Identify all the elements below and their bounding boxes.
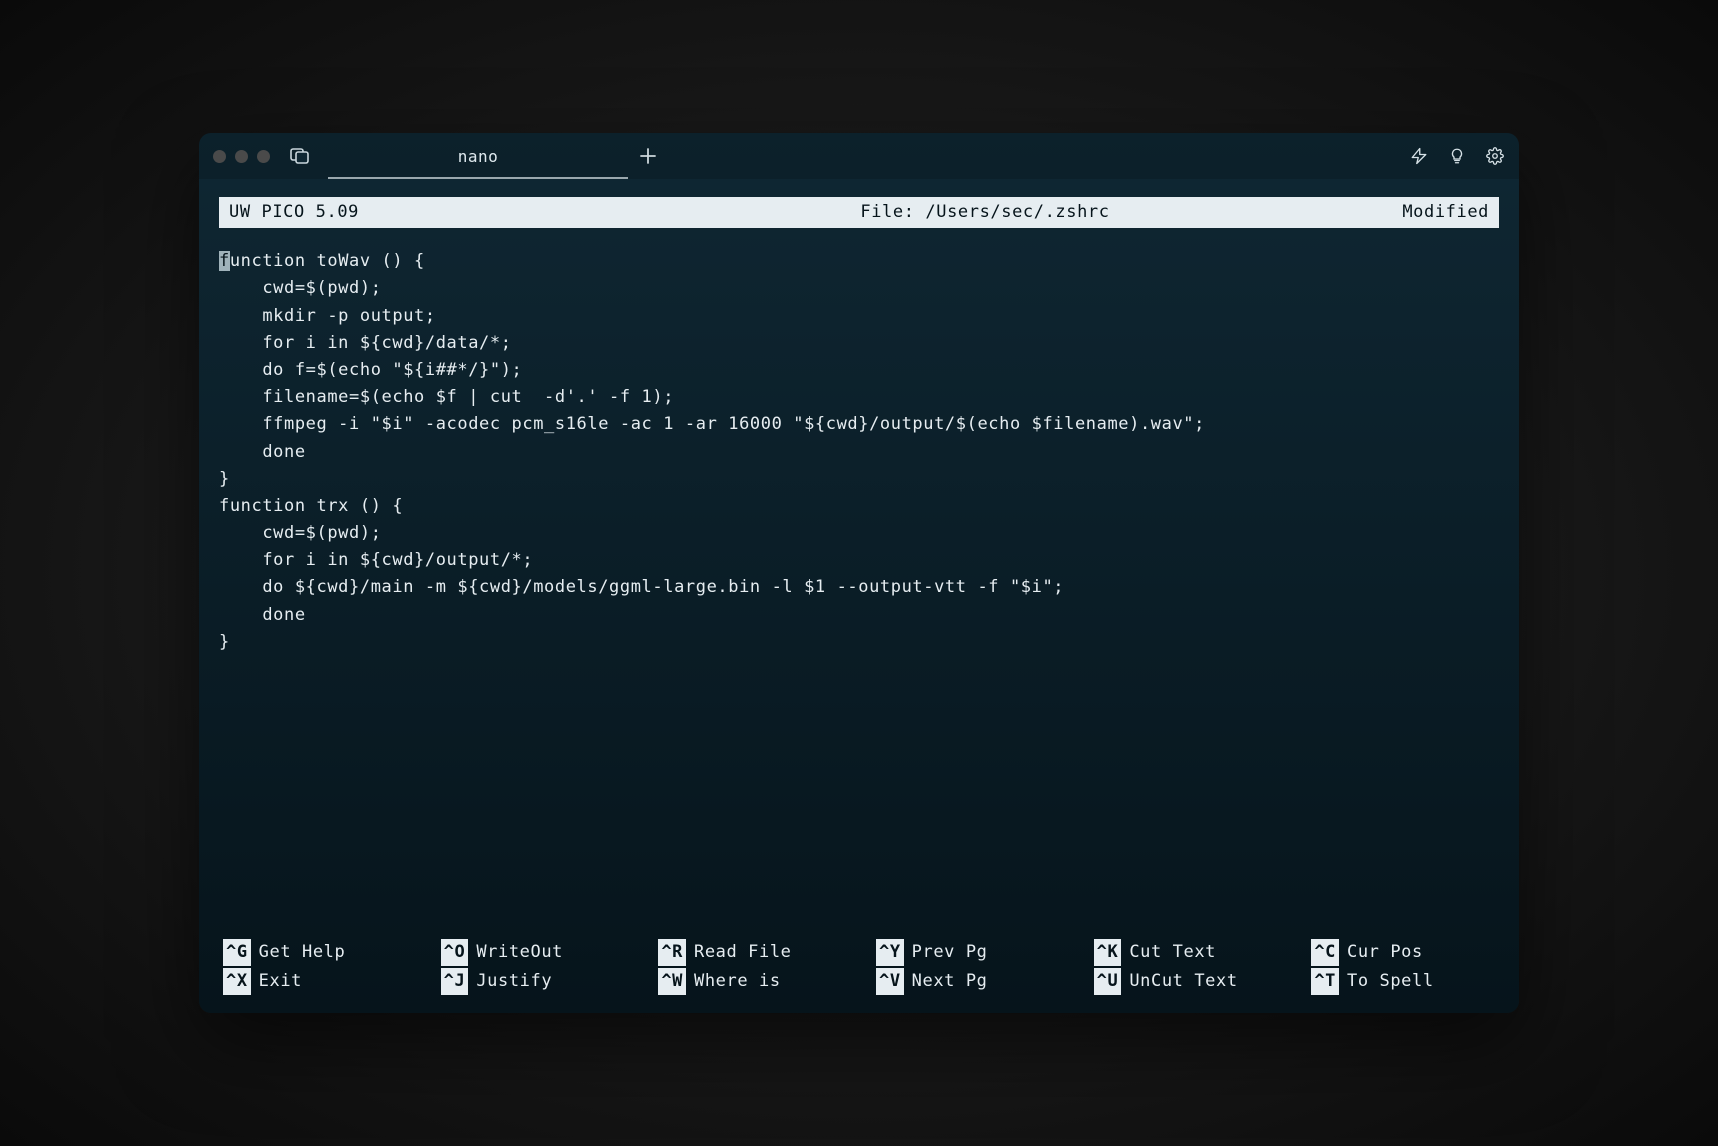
panes-icon[interactable] xyxy=(290,148,310,164)
close-window-button[interactable] xyxy=(213,150,226,163)
editor-status-bar: UW PICO 5.09 File: /Users/sec/.zshrc Mod… xyxy=(219,197,1499,228)
shortcut-prevpg: ^YPrev Pg xyxy=(876,939,1064,966)
shortcut-curpos: ^CCur Pos xyxy=(1311,939,1499,966)
new-tab-button[interactable] xyxy=(628,133,668,179)
shortcut-readfile: ^RRead File xyxy=(658,939,846,966)
shortcut-writeout: ^OWriteOut xyxy=(441,939,629,966)
bolt-icon[interactable] xyxy=(1409,146,1429,166)
tab-label: nano xyxy=(458,147,499,166)
shortcut-nextpg: ^VNext Pg xyxy=(876,968,1064,995)
editor-modified-flag: Modified xyxy=(1300,199,1489,226)
editor-app-name: UW PICO 5.09 xyxy=(229,199,670,226)
titlebar-right-icons xyxy=(1409,146,1505,166)
shortcut-cuttext: ^KCut Text xyxy=(1094,939,1282,966)
window-titlebar: nano xyxy=(199,133,1519,179)
editor-file-path: File: /Users/sec/.zshrc xyxy=(670,199,1300,226)
editor-content[interactable]: function toWav () { cwd=$(pwd); mkdir -p… xyxy=(219,248,1499,934)
shortcut-tospell: ^TTo Spell xyxy=(1311,968,1499,995)
shortcut-whereis: ^WWhere is xyxy=(658,968,846,995)
shortcut-uncut: ^UUnCut Text xyxy=(1094,968,1282,995)
minimize-window-button[interactable] xyxy=(235,150,248,163)
terminal-body[interactable]: UW PICO 5.09 File: /Users/sec/.zshrc Mod… xyxy=(199,179,1519,1013)
tab-bar: nano xyxy=(328,133,1401,179)
traffic-lights xyxy=(213,150,270,163)
shortcut-justify: ^JJustify xyxy=(441,968,629,995)
terminal-window: nano xyxy=(199,133,1519,1013)
shortcut-exit: ^XExit xyxy=(223,968,411,995)
shortcut-get-help: ^GGet Help xyxy=(223,939,411,966)
editor-text: unction toWav () { cwd=$(pwd); mkdir -p … xyxy=(219,251,1205,652)
zoom-window-button[interactable] xyxy=(257,150,270,163)
shortcut-bar: ^GGet Help ^XExit ^OWriteOut ^JJustify ^… xyxy=(219,935,1499,1005)
tab-nano[interactable]: nano xyxy=(328,133,628,179)
editor-cursor: f xyxy=(219,251,230,271)
lightbulb-icon[interactable] xyxy=(1447,146,1467,166)
gear-icon[interactable] xyxy=(1485,146,1505,166)
